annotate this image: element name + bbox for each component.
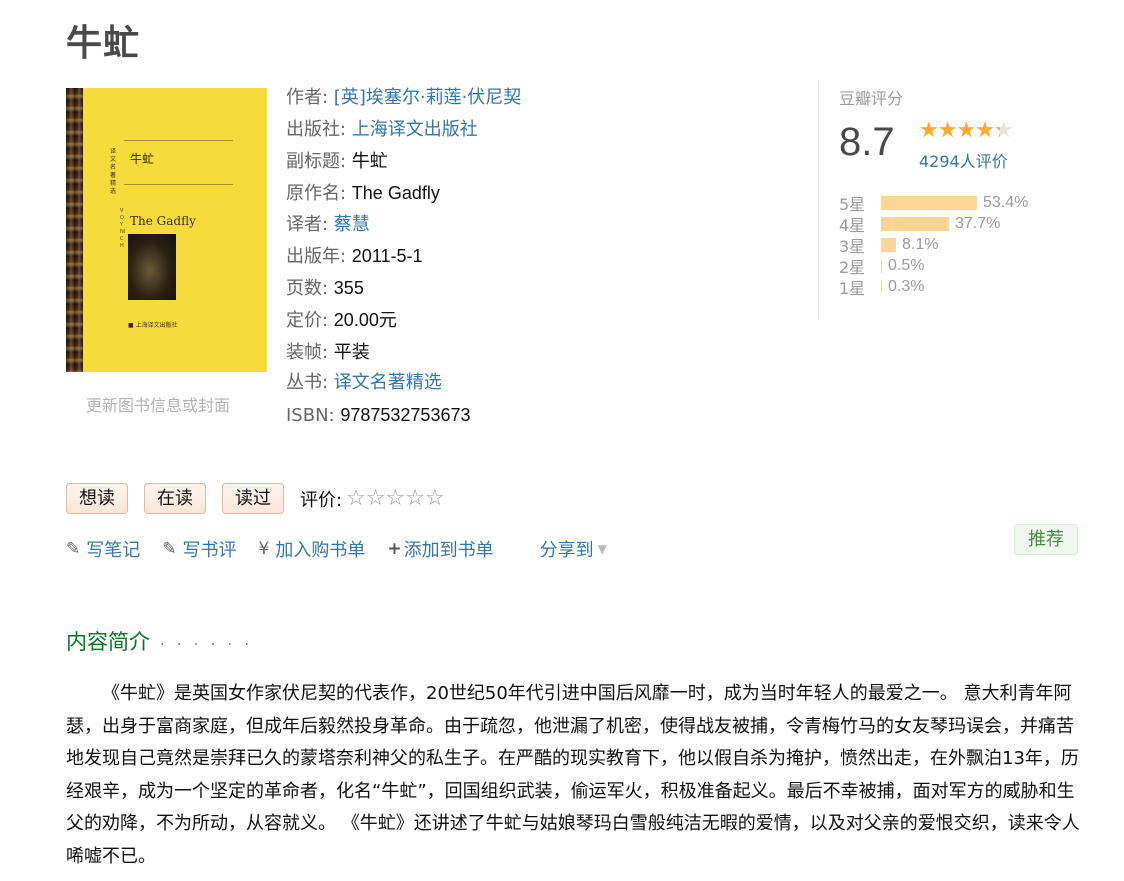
rating-row-5: 5星 53.4% xyxy=(839,193,1029,214)
publisher-link[interactable]: 上海译文出版社 xyxy=(352,119,478,140)
rating-stars-icon: ★★★★★★★★★★ xyxy=(919,118,1014,143)
yen-icon: ¥ xyxy=(258,539,270,559)
cover-rule xyxy=(124,184,233,185)
pencil-icon: ✎ xyxy=(66,539,81,559)
cover-illustration xyxy=(128,234,176,300)
my-rating-stars-icon[interactable]: ☆☆☆☆☆ xyxy=(346,486,445,511)
info-binding: 装帧: 平装 xyxy=(286,341,370,363)
rating-bar xyxy=(881,195,977,210)
rating-distribution: 5星 53.4% 4星 37.7% 3星 8.1% 2星 0.5% 1星 0.3% xyxy=(839,192,1029,298)
rating-row-2: 2星 0.5% xyxy=(839,256,925,277)
rating-score: 8.7 xyxy=(839,120,895,164)
info-subtitle: 副标题: 牛虻 xyxy=(286,151,388,173)
pencil-icon: ✎ xyxy=(162,539,177,559)
rating-row-4: 4星 37.7% xyxy=(839,214,1001,235)
book-title: 牛虻 xyxy=(66,23,141,64)
intro-text: 《牛虻》是英国女作家伏尼契的代表作，20世纪50年代引进中国后风靡一时，成为当时… xyxy=(66,683,1080,867)
cover-rule xyxy=(124,140,233,141)
translator-link[interactable]: 蔡慧 xyxy=(334,214,370,235)
rating-count-link[interactable]: 4294人评价 xyxy=(919,148,1008,172)
rating-row-1: 1星 0.3% xyxy=(839,277,925,298)
book-cover[interactable]: 译文名著精选 VOYNICH 牛虻 The Gadfly ■ 上海译文出版社 xyxy=(66,88,267,372)
rating-label: 豆瓣评分 xyxy=(839,89,904,108)
info-pub-year: 出版年: 2011-5-1 xyxy=(286,246,423,268)
rating-bar xyxy=(881,237,896,252)
info-publisher: 出版社: 上海译文出版社 xyxy=(286,118,478,140)
cover-en-title: The Gadfly xyxy=(130,214,196,228)
cover-cn-title: 牛虻 xyxy=(130,152,155,166)
recommend-button[interactable]: 推荐 xyxy=(1014,524,1078,555)
info-isbn: ISBN: 9787532753673 xyxy=(286,404,471,426)
info-series: 丛书: 译文名著精选 xyxy=(286,372,442,394)
cover-series-mark: 译文名著精选 xyxy=(110,148,117,195)
want-to-read-button[interactable]: 想读 xyxy=(66,483,128,514)
cover-pattern-strip xyxy=(66,88,83,372)
add-to-cart-link[interactable]: ¥ 加入购书单 xyxy=(259,536,366,562)
cover-spine-mark: VOYNICH xyxy=(120,208,126,249)
intro-section-title: 内容简介 · · · · · · xyxy=(66,630,253,654)
caret-down-icon: ▼ xyxy=(597,542,607,556)
info-translator: 译者: 蔡慧 xyxy=(286,213,370,235)
douban-rating: 豆瓣评分 8.7 ★★★★★★★★★★ 4294人评价 5星53.4% 4星37… xyxy=(818,80,1058,320)
info-price: 定价: 20.00元 xyxy=(286,309,397,331)
book-info: 作者: [英]埃塞尔·莉莲·伏尼契 出版社: 上海译文出版社 副标题: 牛虻 原… xyxy=(286,86,806,435)
add-to-booklist-link[interactable]: + 添加到书单 xyxy=(387,536,493,562)
section-dots: · · · · · · xyxy=(160,637,253,653)
reading-status-actions: 想读 在读 读过 评价: ☆☆☆☆☆ xyxy=(66,483,445,514)
plus-icon: + xyxy=(387,539,402,559)
rating-bar xyxy=(881,258,882,273)
series-link[interactable]: 译文名著精选 xyxy=(334,372,442,393)
write-review-link[interactable]: ✎ 写书评 xyxy=(162,536,236,562)
write-note-link[interactable]: ✎ 写笔记 xyxy=(66,536,140,562)
info-author: 作者: [英]埃塞尔·莉莲·伏尼契 xyxy=(286,87,522,108)
book-action-links: ✎ 写笔记 ✎ 写书评 ¥ 加入购书单 + 添加到书单 分享到 ▼ xyxy=(66,536,629,562)
reading-button[interactable]: 在读 xyxy=(144,483,206,514)
have-read-button[interactable]: 读过 xyxy=(222,483,284,514)
cover-publisher-mark: ■ 上海译文出版社 xyxy=(128,322,178,329)
my-rating-label: 评价: xyxy=(300,489,343,511)
info-pages: 页数: 355 xyxy=(286,278,364,300)
author-link[interactable]: [英]埃塞尔·莉莲·伏尼契 xyxy=(334,87,522,108)
update-cover-link[interactable]: 更新图书信息或封面 xyxy=(86,392,230,416)
rating-row-3: 3星 8.1% xyxy=(839,235,939,256)
rating-bar xyxy=(881,216,949,231)
share-link[interactable]: 分享到 ▼ xyxy=(540,536,607,562)
info-original-title: 原作名: The Gadfly xyxy=(286,183,440,205)
rating-bar xyxy=(881,279,882,294)
